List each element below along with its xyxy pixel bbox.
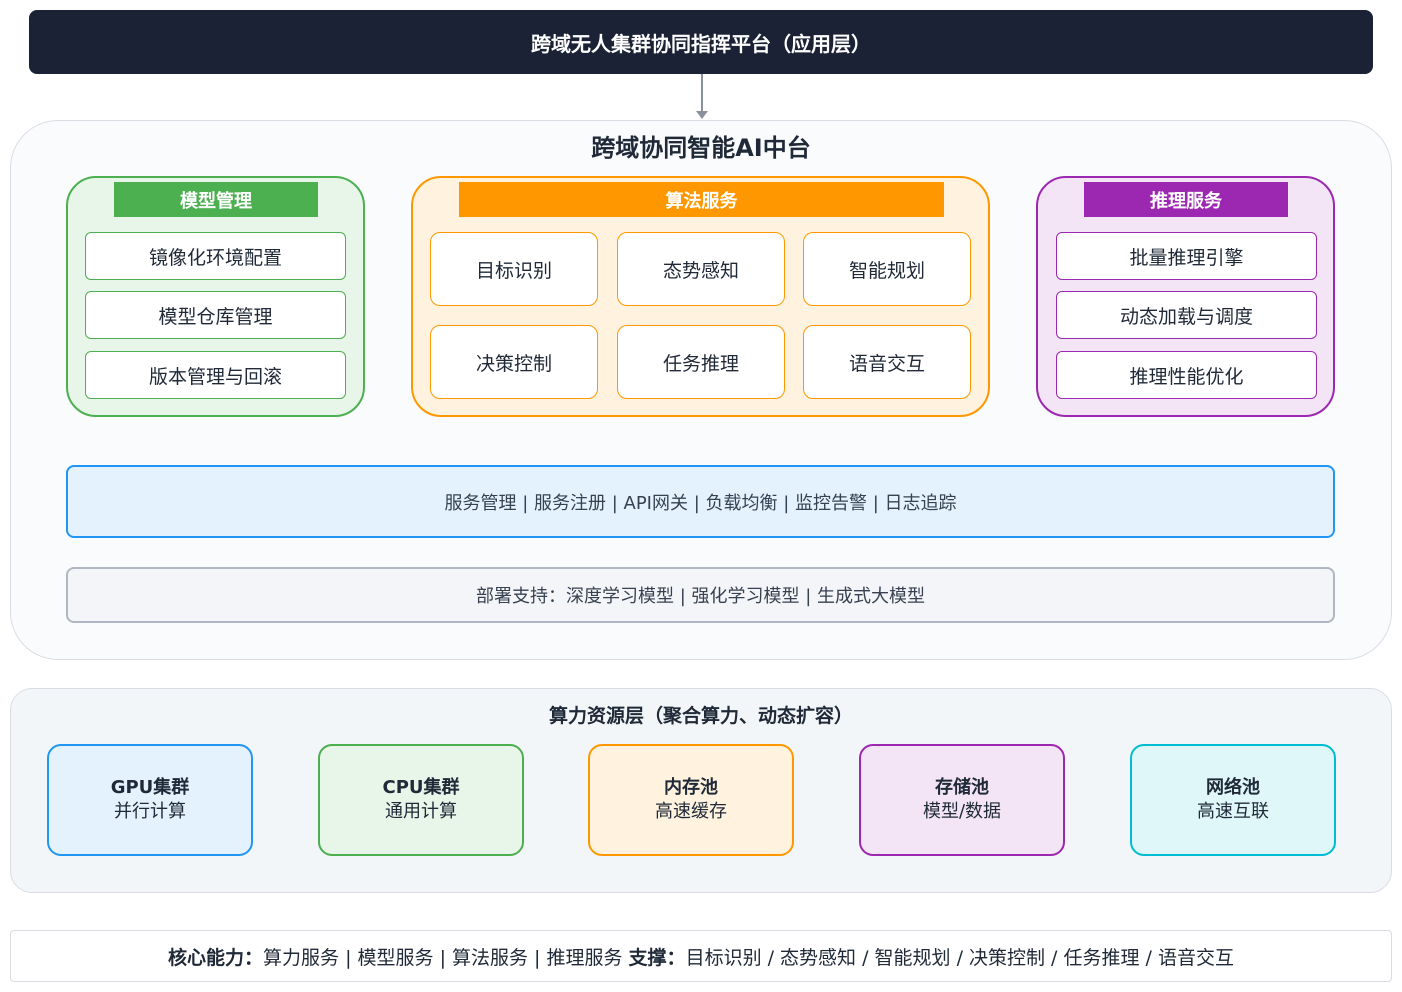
algorithm-services-header: 算法服务 xyxy=(459,182,944,217)
application-layer-bar: 跨域无人集群协同指挥平台（应用层） xyxy=(29,10,1373,74)
summary-bar: 核心能力： 算力服务 | 模型服务 | 算法服务 | 推理服务 支撑： 目标识别… xyxy=(10,930,1392,982)
inference-item: 批量推理引擎 xyxy=(1056,232,1317,280)
resource-card-gpu: GPU集群 并行计算 xyxy=(47,744,253,856)
deployment-support-bar: 部署支持：深度学习模型 | 强化学习模型 | 生成式大模型 xyxy=(66,567,1335,623)
core-capabilities-label: 核心能力： xyxy=(168,946,264,969)
resource-card-memory: 内存池 高速缓存 xyxy=(588,744,794,856)
inference-item: 动态加载与调度 xyxy=(1056,291,1317,339)
resource-card-network: 网络池 高速互联 xyxy=(1130,744,1336,856)
resource-name: 内存池 xyxy=(664,777,718,798)
model-item: 模型仓库管理 xyxy=(85,291,346,339)
model-management-header: 模型管理 xyxy=(114,182,318,217)
support-text: 目标识别 / 态势感知 / 智能规划 / 决策控制 / 任务推理 / 语音交互 xyxy=(685,946,1234,969)
resource-name: CPU集群 xyxy=(382,777,460,798)
core-capabilities-text: 算力服务 | 模型服务 | 算法服务 | 推理服务 xyxy=(263,946,623,969)
ai-platform-title: 跨域协同智能AI中台 xyxy=(591,133,811,162)
algorithm-item: 态势感知 xyxy=(617,232,785,306)
inference-item: 推理性能优化 xyxy=(1056,351,1317,399)
resource-desc: 模型/数据 xyxy=(922,801,1002,822)
model-item: 镜像化环境配置 xyxy=(85,232,346,280)
resource-name: 存储池 xyxy=(935,777,989,798)
resource-desc: 高速缓存 xyxy=(655,801,727,822)
algorithm-item: 语音交互 xyxy=(803,325,971,399)
resource-card-cpu: CPU集群 通用计算 xyxy=(318,744,524,856)
resource-desc: 高速互联 xyxy=(1197,801,1269,822)
algorithm-item: 目标识别 xyxy=(430,232,598,306)
service-management-bar: 服务管理 | 服务注册 | API网关 | 负载均衡 | 监控告警 | 日志追踪 xyxy=(66,465,1335,538)
resource-name: 网络池 xyxy=(1206,777,1260,798)
algorithm-item: 任务推理 xyxy=(617,325,785,399)
compute-resources-title: 算力资源层（聚合算力、动态扩容） xyxy=(548,704,853,727)
inference-services-header: 推理服务 xyxy=(1084,182,1288,217)
deployment-support-text: 部署支持：深度学习模型 | 强化学习模型 | 生成式大模型 xyxy=(475,586,925,607)
algorithm-item: 决策控制 xyxy=(430,325,598,399)
service-management-text: 服务管理 | 服务注册 | API网关 | 负载均衡 | 监控告警 | 日志追踪 xyxy=(444,492,957,514)
resource-card-storage: 存储池 模型/数据 xyxy=(859,744,1065,856)
algorithm-item: 智能规划 xyxy=(803,232,971,306)
resource-desc: 通用计算 xyxy=(385,801,457,822)
resource-name: GPU集群 xyxy=(110,777,190,798)
support-label: 支撑： xyxy=(628,946,686,969)
connector-arrow-icon xyxy=(696,111,708,119)
resource-desc: 并行计算 xyxy=(114,801,186,822)
connector-line xyxy=(701,74,703,112)
application-layer-title: 跨域无人集群协同指挥平台（应用层） xyxy=(531,31,871,56)
model-item: 版本管理与回滚 xyxy=(85,351,346,399)
